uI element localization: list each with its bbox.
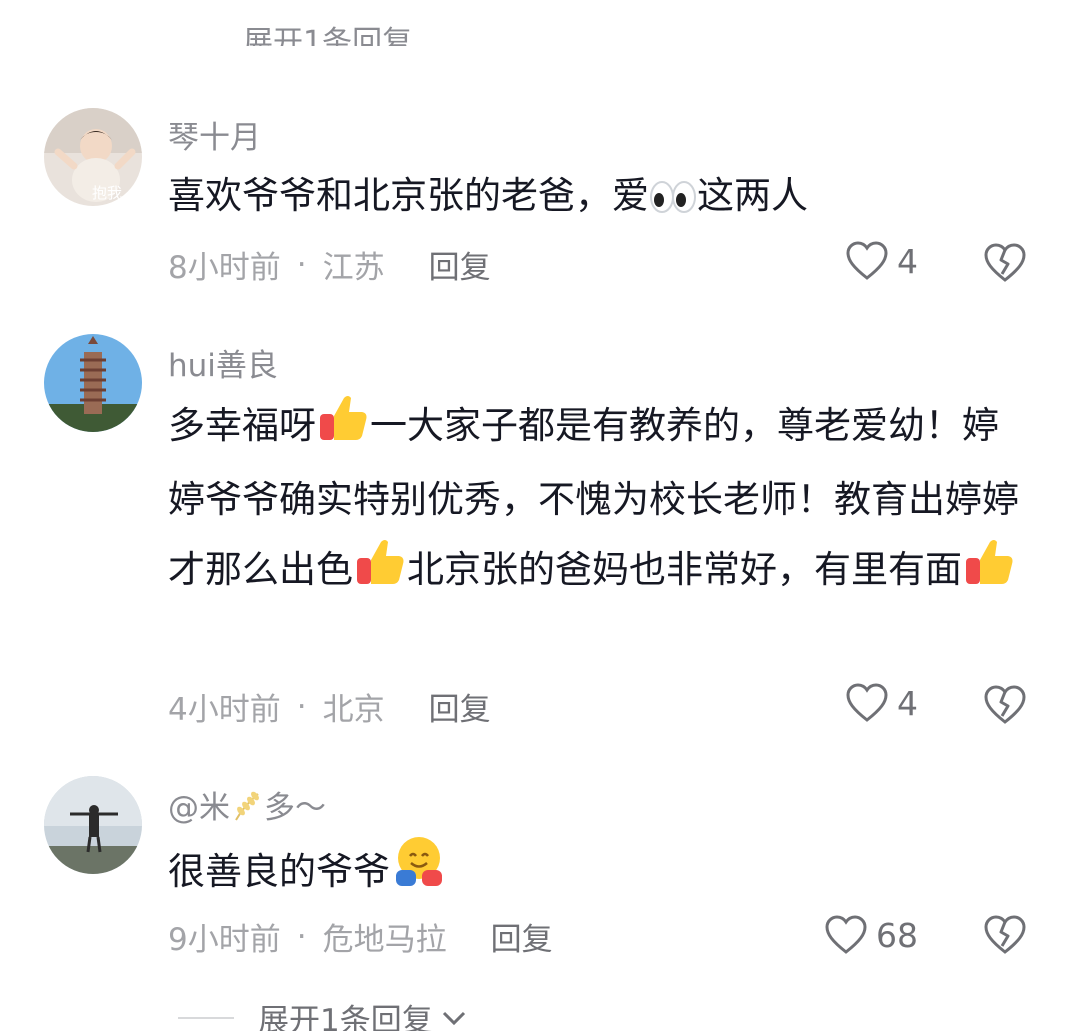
heart-outline-icon — [846, 241, 888, 280]
comment-time: 4小时前 — [168, 692, 281, 728]
expand-replies-partial[interactable]: 展开1条回复 — [243, 18, 412, 46]
divider-line — [178, 1016, 234, 1019]
thumbs-up-emoji-icon — [962, 534, 1016, 610]
username-part: 多～ — [264, 790, 326, 826]
hugging-face-emoji-icon — [390, 832, 448, 912]
comment-text: 很善良的爷爷 — [168, 832, 1028, 912]
comment-time: 9小时前 — [168, 922, 281, 958]
comment-location: 北京 — [322, 692, 385, 728]
comment-text-part: 北京张的爸妈也非常好，有里有面 — [407, 548, 962, 591]
avatar[interactable]: 抱我 — [44, 108, 142, 206]
dislike-button[interactable] — [983, 242, 1027, 288]
reply-button[interactable]: 回复 — [429, 684, 491, 729]
heart-outline-icon — [825, 915, 867, 954]
comment-text: 喜欢爷爷和北京张的老爸，爱 这两人 — [168, 162, 1028, 236]
chevron-down-icon — [442, 1011, 465, 1025]
like-button[interactable]: 68 — [824, 914, 918, 956]
heart-outline-icon — [846, 683, 888, 722]
avatar[interactable] — [44, 334, 142, 432]
reply-button[interactable]: 回复 — [491, 914, 553, 959]
expand-replies-button[interactable]: 展开1条回复 — [178, 995, 467, 1031]
comment-text: 多幸福呀 一大家子都是有教养的，尊老爱幼！婷婷爷爷确实特别优秀，不愧为校长老师！教… — [168, 390, 1028, 610]
username[interactable]: @米 多～ — [168, 782, 326, 830]
separator-dot: · — [296, 246, 307, 283]
svg-text:抱我: 抱我 — [92, 184, 122, 202]
comment-meta: 8小时前 · 江苏 回复 — [168, 242, 491, 287]
username[interactable]: hui善良 — [168, 340, 278, 385]
thumbs-up-emoji-icon — [316, 390, 370, 466]
separator-dot: · — [296, 918, 307, 955]
like-count: 4 — [897, 241, 918, 281]
comment-text-part: 很善良的爷爷 — [168, 850, 390, 893]
comment-location: 危地马拉 — [322, 922, 447, 958]
username[interactable]: 琴十月 — [168, 112, 261, 157]
like-button[interactable]: 4 — [845, 240, 918, 282]
dislike-button[interactable] — [983, 914, 1027, 960]
thumbs-up-emoji-icon — [353, 534, 407, 610]
username-part: @米 — [168, 790, 230, 826]
broken-heart-icon — [984, 243, 1026, 282]
comment-location: 江苏 — [322, 250, 385, 286]
comment-text-part: 这两人 — [697, 174, 808, 217]
rice-emoji-icon — [230, 790, 264, 830]
comment-meta: 9小时前 · 危地马拉 回复 — [168, 914, 553, 959]
like-count: 68 — [876, 915, 918, 955]
avatar[interactable] — [44, 776, 142, 874]
broken-heart-icon — [984, 915, 1026, 954]
eyes-emoji-icon — [649, 168, 697, 236]
comment-meta: 4小时前 · 北京 回复 — [168, 684, 491, 729]
comment-text-part: 喜欢爷爷和北京张的老爸，爱 — [168, 174, 649, 217]
like-count: 4 — [897, 683, 918, 723]
reply-button[interactable]: 回复 — [429, 242, 491, 287]
dislike-button[interactable] — [983, 684, 1027, 730]
comment-text-part: 多幸福呀 — [168, 404, 316, 447]
comment-time: 8小时前 — [168, 250, 281, 286]
separator-dot: · — [296, 688, 307, 725]
like-button[interactable]: 4 — [845, 682, 918, 724]
broken-heart-icon — [984, 685, 1026, 724]
expand-replies-label: 展开1条回复 — [258, 1003, 433, 1031]
